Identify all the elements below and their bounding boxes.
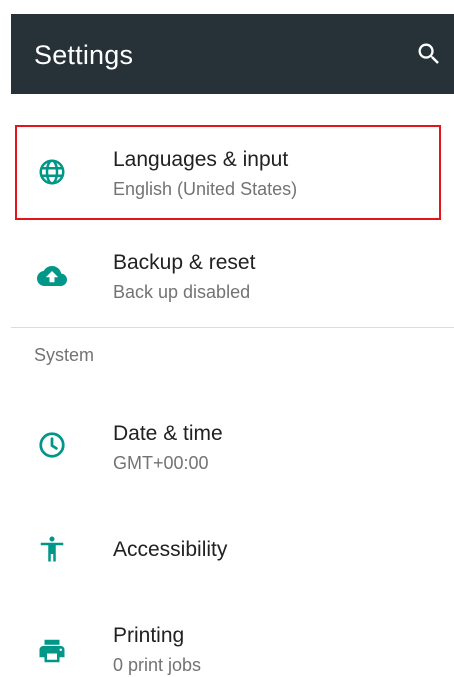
settings-item-accessibility[interactable]: Accessibility xyxy=(11,506,454,591)
status-bar xyxy=(0,0,454,14)
cloud-upload-icon xyxy=(37,266,67,286)
settings-item-date-time[interactable]: Date & time GMT+00:00 xyxy=(11,397,454,492)
search-icon[interactable] xyxy=(415,40,443,68)
settings-item-subtitle: GMT+00:00 xyxy=(113,453,209,473)
settings-item-subtitle: 0 print jobs xyxy=(113,655,202,675)
globe-icon xyxy=(39,159,65,185)
section-divider xyxy=(11,327,454,328)
settings-item-label: Printing xyxy=(113,624,185,647)
settings-item-label: Languages & input xyxy=(113,148,289,171)
settings-item-subtitle: Back up disabled xyxy=(113,282,251,302)
settings-item-subtitle: English (United States) xyxy=(113,179,298,199)
accessibility-icon xyxy=(40,536,64,562)
settings-item-label: Accessibility xyxy=(113,538,228,561)
settings-item-languages[interactable]: Languages & input English (United States… xyxy=(11,125,454,220)
settings-item-printing[interactable]: Printing 0 print jobs xyxy=(11,600,454,677)
settings-item-backup[interactable]: Backup & reset Back up disabled xyxy=(11,228,454,323)
settings-item-label: Date & time xyxy=(113,422,223,445)
printer-icon xyxy=(39,639,65,663)
settings-item-label: Backup & reset xyxy=(113,251,256,274)
section-header-system: System xyxy=(34,345,95,365)
clock-icon xyxy=(39,432,65,458)
app-bar: Settings xyxy=(11,14,454,94)
page-title: Settings xyxy=(34,40,134,70)
